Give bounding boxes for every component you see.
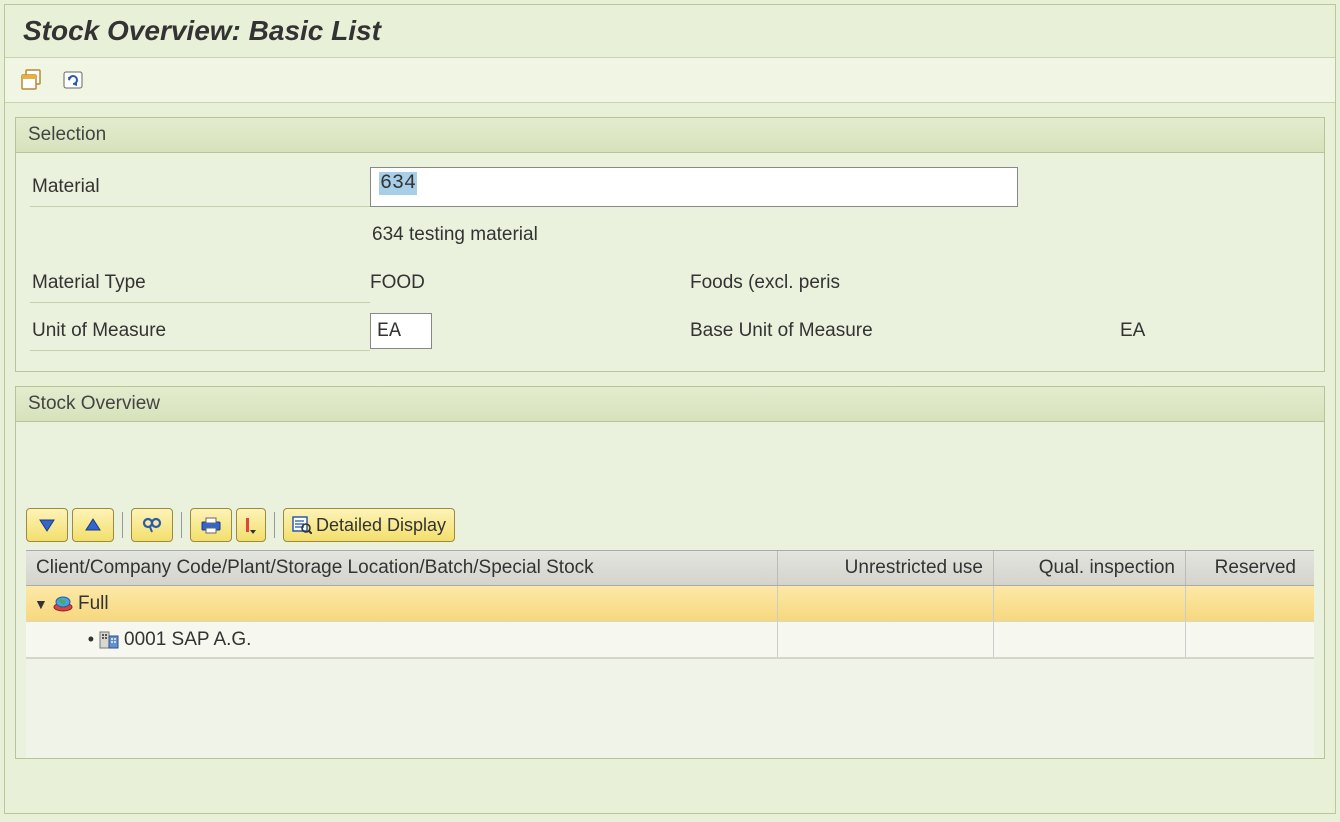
app-toolbar — [5, 58, 1335, 103]
page-title: Stock Overview: Basic List — [23, 15, 1317, 47]
material-value: 634 — [379, 172, 417, 195]
bullet-icon: • — [88, 629, 94, 650]
uom-label: Unit of Measure — [30, 312, 370, 351]
col-unrestricted[interactable]: Unrestricted use — [778, 551, 994, 585]
stock-table: Client/Company Code/Plant/Storage Locati… — [26, 550, 1314, 758]
separator — [181, 512, 182, 538]
print-dropdown-button[interactable] — [236, 508, 266, 542]
detailed-display-label: Detailed Display — [316, 515, 446, 536]
material-type-value: FOOD — [370, 272, 690, 294]
expand-all-button[interactable] — [26, 508, 68, 542]
separator — [274, 512, 275, 538]
tree-row-label: Full — [78, 593, 109, 615]
col-hierarchy[interactable]: Client/Company Code/Plant/Storage Locati… — [26, 551, 778, 585]
material-type-desc: Foods (excl. peris — [690, 272, 1010, 294]
material-description: 634 testing material — [370, 224, 538, 246]
col-reserved[interactable]: Reserved — [1186, 551, 1306, 585]
col-qual-inspection[interactable]: Qual. inspection — [994, 551, 1186, 585]
uom-input[interactable]: EA — [370, 313, 432, 349]
stock-overview-window: Stock Overview: Basic List Selection Mat… — [4, 4, 1336, 814]
selection-header: Selection — [16, 118, 1324, 153]
collapse-all-button[interactable] — [72, 508, 114, 542]
world-icon — [52, 594, 74, 614]
print-button[interactable] — [190, 508, 232, 542]
new-window-icon[interactable] — [19, 66, 47, 94]
base-uom-label: Base Unit of Measure — [690, 320, 1120, 342]
title-bar: Stock Overview: Basic List — [5, 5, 1335, 58]
material-label: Material — [30, 168, 370, 207]
base-uom-value: EA — [1120, 320, 1145, 342]
material-input[interactable]: 634 — [370, 167, 1018, 207]
company-icon — [98, 630, 120, 650]
spacer — [30, 227, 370, 243]
collapse-caret-icon[interactable]: ▼ — [34, 596, 48, 612]
stock-overview-header: Stock Overview — [16, 387, 1324, 422]
refresh-icon[interactable] — [59, 66, 87, 94]
tree-row-label: 0001 SAP A.G. — [124, 629, 251, 651]
separator — [122, 512, 123, 538]
find-button[interactable] — [131, 508, 173, 542]
table-header-row: Client/Company Code/Plant/Storage Locati… — [26, 550, 1314, 586]
stock-overview-panel: Stock Overview — [15, 386, 1325, 759]
material-type-label: Material Type — [30, 264, 370, 303]
empty-rows-area — [26, 658, 1314, 758]
tree-toolbar: Detailed Display — [22, 508, 1318, 550]
selection-panel: Selection Material 634 634 testing mater… — [15, 117, 1325, 372]
tree-row-company[interactable]: • 0001 SAP A.G. — [26, 622, 1314, 658]
tree-row-full[interactable]: ▼ Full — [26, 586, 1314, 622]
detailed-display-button[interactable]: Detailed Display — [283, 508, 455, 542]
